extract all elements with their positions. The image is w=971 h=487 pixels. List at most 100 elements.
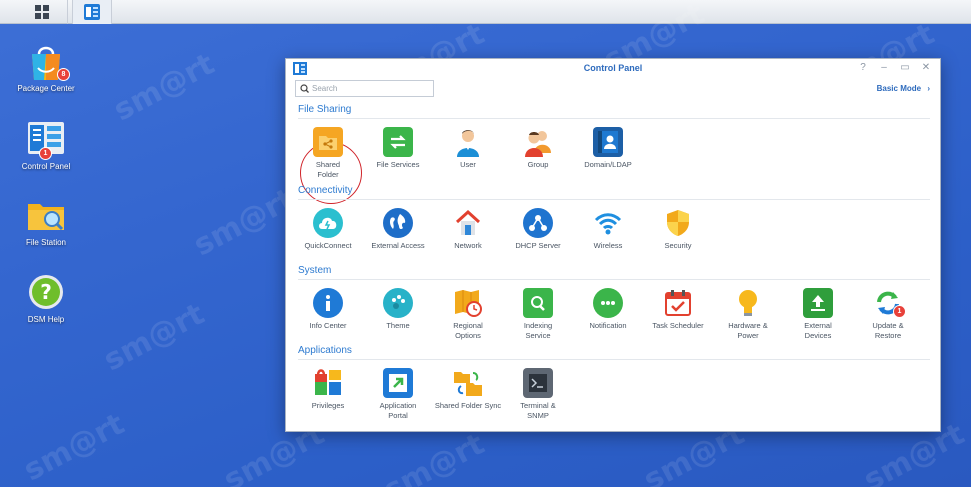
item-group[interactable]: Group	[503, 127, 573, 170]
close-button[interactable]: ✕	[920, 62, 932, 74]
maximize-button[interactable]: ▭	[899, 62, 911, 74]
control-panel-icon: 1	[26, 121, 66, 160]
item-privileges[interactable]: Privileges	[293, 368, 363, 411]
desktop-icon-label: Package Center	[17, 84, 75, 93]
minimize-button[interactable]: –	[878, 62, 890, 74]
info-icon	[313, 288, 343, 318]
item-label: Notification	[589, 321, 627, 330]
section-title-connectivity: Connectivity	[298, 185, 353, 196]
external-device-icon	[803, 288, 833, 318]
chevron-right-icon: ›	[927, 84, 930, 93]
notification-badge: 1	[39, 147, 52, 160]
item-hardware-power[interactable]: Hardware & Power	[713, 288, 783, 341]
basic-mode-link[interactable]: Basic Mode ›	[877, 84, 930, 93]
item-shared-folder[interactable]: Shared Folder	[293, 127, 363, 180]
item-shared-folder-sync[interactable]: Shared Folder Sync	[433, 368, 503, 411]
item-label: Security	[664, 241, 692, 250]
item-label: External Devices	[804, 321, 832, 340]
item-dhcp-server[interactable]: DHCP Server	[503, 208, 573, 251]
wifi-icon	[593, 208, 623, 238]
watermark: sm@rt	[18, 406, 131, 487]
desktop-icon-package-center[interactable]: 8 Package Center	[11, 42, 81, 94]
item-label: External Access	[371, 241, 425, 250]
watermark: sm@rt	[108, 46, 221, 129]
item-label: Wireless	[593, 241, 623, 250]
quickconnect-icon	[313, 208, 343, 238]
shield-icon	[663, 208, 693, 238]
item-label: Shared Folder	[315, 160, 341, 179]
notification-badge: 8	[57, 68, 70, 81]
item-label: QuickConnect	[304, 241, 352, 250]
item-label: Network	[454, 241, 482, 250]
watermark: sm@rt	[98, 296, 211, 379]
item-terminal-snmp[interactable]: Terminal & SNMP	[503, 368, 573, 421]
item-domain-ldap[interactable]: Domain/LDAP	[573, 127, 643, 170]
desktop-icon-label: Control Panel	[21, 162, 71, 171]
item-label: Group	[527, 160, 549, 169]
item-theme[interactable]: Theme	[363, 288, 433, 331]
item-update-restore[interactable]: 1 Update & Restore	[853, 288, 923, 341]
section-divider	[298, 279, 930, 280]
search-box[interactable]	[295, 80, 434, 97]
privileges-icon	[313, 368, 343, 398]
item-label: Terminal & SNMP	[520, 401, 556, 420]
item-label: Hardware & Power	[728, 321, 768, 340]
main-menu-button[interactable]	[16, 0, 68, 24]
item-network[interactable]: Network	[433, 208, 503, 251]
section-title-system: System	[298, 265, 332, 276]
desktop-icon-dsm-help[interactable]: ? DSM Help	[11, 273, 81, 325]
item-info-center[interactable]: Info Center	[293, 288, 363, 331]
folder-sync-icon	[453, 368, 483, 398]
item-application-portal[interactable]: Application Portal	[363, 368, 433, 421]
search-icon	[300, 84, 309, 93]
house-icon	[453, 208, 483, 238]
shared-folder-icon	[313, 127, 343, 157]
lightbulb-icon	[733, 288, 763, 318]
search-document-icon	[523, 288, 553, 318]
help-button[interactable]: ?	[857, 62, 869, 74]
item-label: File Services	[376, 160, 420, 169]
item-security[interactable]: Security	[643, 208, 713, 251]
item-label: Shared Folder Sync	[434, 401, 502, 410]
item-task-scheduler[interactable]: Task Scheduler	[643, 288, 713, 331]
item-wireless[interactable]: Wireless	[573, 208, 643, 251]
item-label: Task Scheduler	[652, 321, 704, 330]
shopping-bag-icon: 8	[26, 42, 70, 82]
item-external-devices[interactable]: External Devices	[783, 288, 853, 341]
section-title-applications: Applications	[298, 345, 352, 356]
help-icon: ?	[27, 273, 65, 311]
refresh-icon: 1	[873, 288, 906, 318]
item-quickconnect[interactable]: QuickConnect	[293, 208, 363, 251]
window-titlebar[interactable]: Control Panel ? – ▭ ✕	[286, 59, 940, 79]
dhcp-icon	[523, 208, 553, 238]
palette-icon	[383, 288, 413, 318]
file-services-icon	[383, 127, 413, 157]
taskbar-control-panel-button[interactable]	[72, 0, 112, 24]
user-icon	[453, 127, 483, 157]
search-input[interactable]	[312, 84, 430, 93]
item-external-access[interactable]: External Access	[363, 208, 433, 251]
watermark: sm@rt	[378, 426, 491, 487]
item-label: Regional Options	[453, 321, 483, 340]
section-divider	[298, 359, 930, 360]
map-clock-icon	[453, 288, 483, 318]
svg-text:?: ?	[40, 280, 52, 304]
section-divider	[298, 118, 930, 119]
domain-ldap-icon	[593, 127, 623, 157]
item-notification[interactable]: Notification	[573, 288, 643, 331]
desktop-icon-control-panel[interactable]: 1 Control Panel	[11, 121, 81, 172]
item-label: Privileges	[311, 401, 345, 410]
item-label: Application Portal	[379, 401, 417, 420]
item-label: Domain/LDAP	[584, 160, 632, 169]
item-label: Indexing Service	[523, 321, 553, 340]
grid-icon	[34, 5, 49, 19]
control-panel-icon	[84, 4, 100, 20]
watermark: sm@rt	[188, 181, 301, 264]
globe-icon	[383, 208, 413, 238]
desktop-icon-file-station[interactable]: File Station	[11, 198, 81, 248]
item-file-services[interactable]: File Services	[363, 127, 433, 170]
item-user[interactable]: User	[433, 127, 503, 170]
item-indexing-service[interactable]: Indexing Service	[503, 288, 573, 341]
item-regional-options[interactable]: Regional Options	[433, 288, 503, 341]
desktop-icon-label: DSM Help	[27, 315, 65, 324]
